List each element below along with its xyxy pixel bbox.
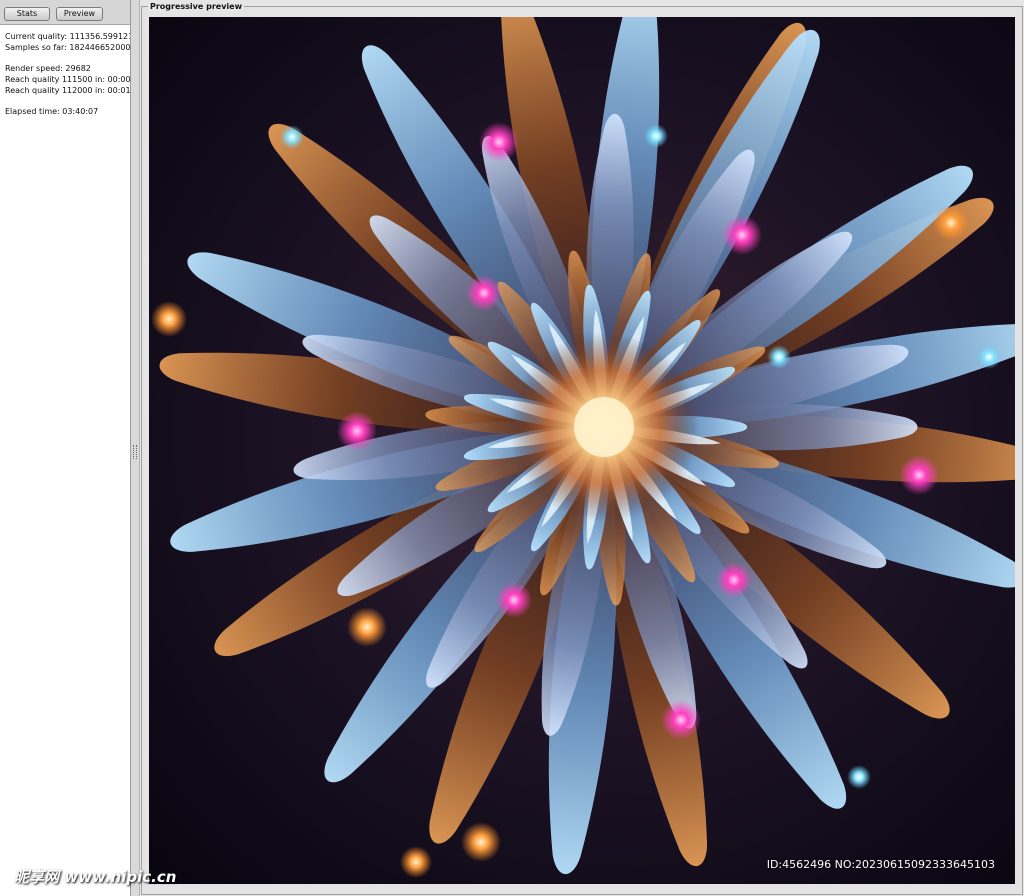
stats-panel: Stats Preview Current quality: 111356.59… — [0, 0, 131, 896]
tab-stats[interactable]: Stats — [4, 7, 50, 21]
preview-title: Progressive preview — [148, 1, 244, 13]
site-logo-text: 昵享网 www.nipic.cn — [14, 868, 177, 886]
samples-so-far-text: Samples so far: 182446652000 — [5, 43, 130, 52]
reach-quality-2-text: Reach quality 112000 in: 00:01:18 — [5, 86, 130, 95]
watermark-text: ID:4562496 NO:20230615092333645103 — [766, 858, 995, 871]
panel-splitter[interactable] — [131, 0, 140, 896]
fractal-render-image: ID:4562496 NO:20230615092333645103 — [149, 17, 1015, 884]
current-quality-text: Current quality: 111356.59912109 — [5, 32, 130, 41]
tab-bar: Stats Preview — [0, 0, 130, 25]
stats-content: Current quality: 111356.59912109 Samples… — [0, 25, 130, 896]
tab-preview[interactable]: Preview — [56, 7, 103, 21]
elapsed-time-text: Elapsed time: 03:40:07 — [5, 107, 99, 116]
splitter-grip-icon[interactable] — [133, 445, 137, 459]
render-speed-text: Render speed: 29682 — [5, 64, 91, 73]
reach-quality-1-text: Reach quality 111500 in: 00:00:17 — [5, 75, 130, 84]
